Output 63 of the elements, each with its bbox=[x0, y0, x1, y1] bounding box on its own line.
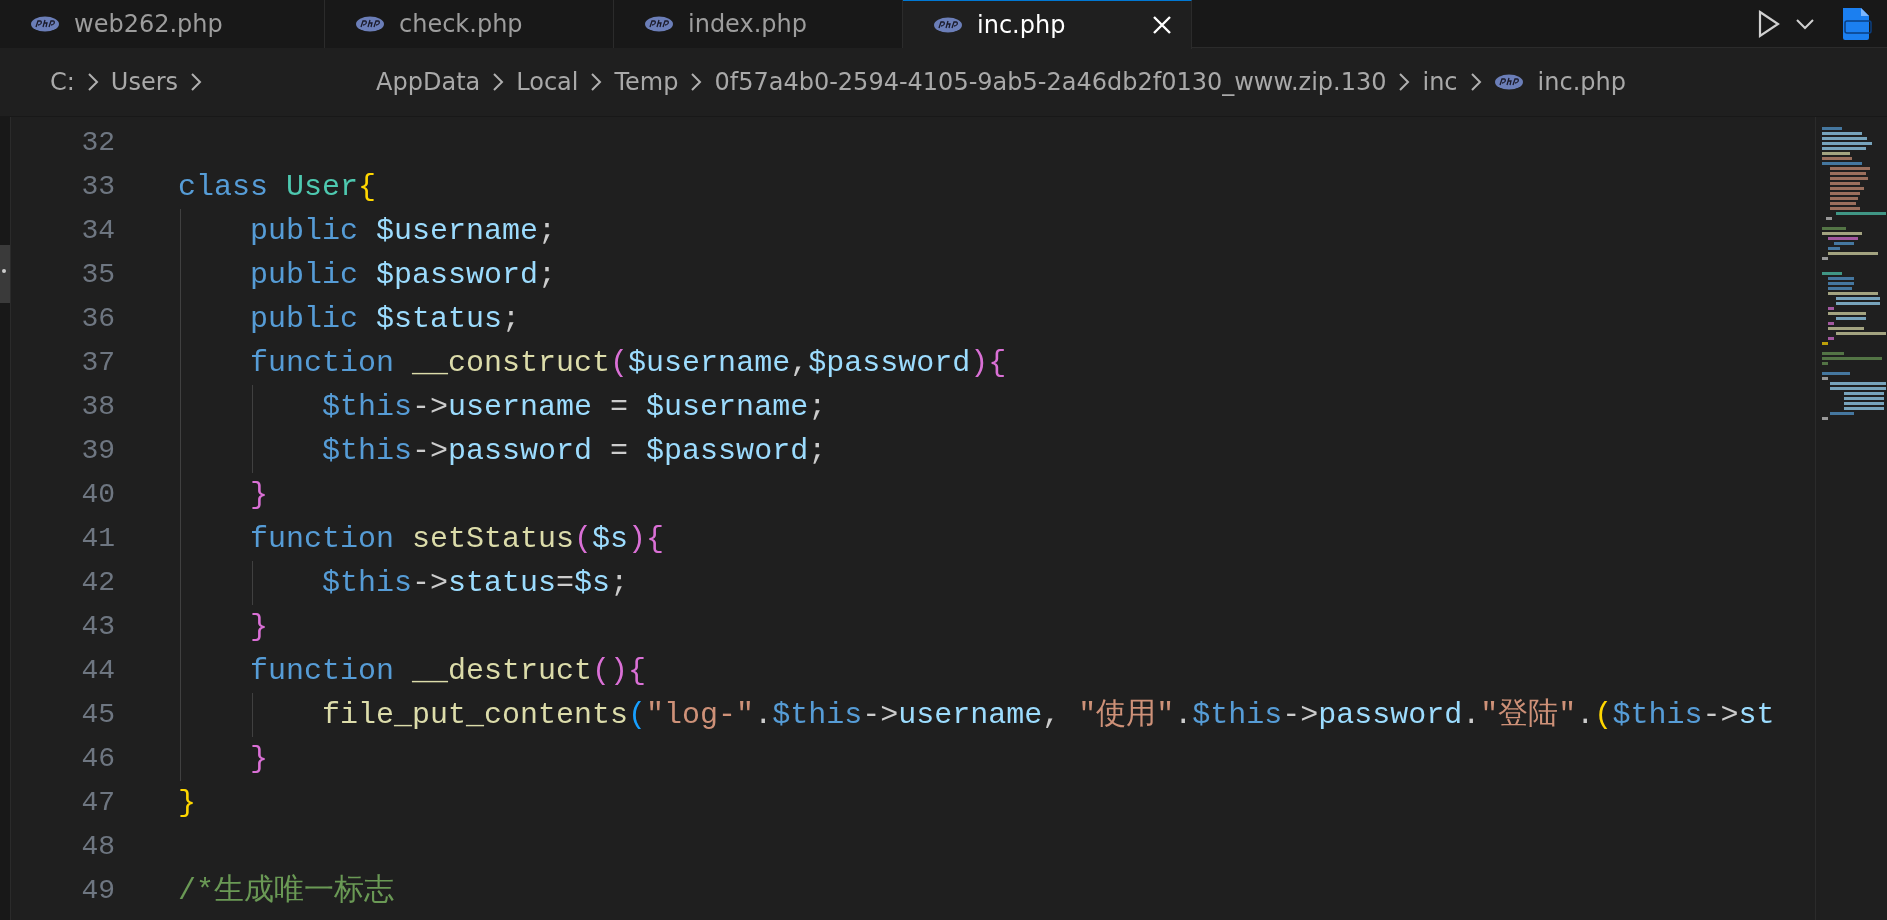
line-number: 36 bbox=[80, 302, 115, 336]
line-number: 39 bbox=[80, 434, 115, 468]
line-number: 42 bbox=[80, 566, 115, 600]
line-number: 33 bbox=[80, 170, 115, 204]
editor-tab[interactable]: inc.php bbox=[903, 0, 1192, 49]
line-number: 45 bbox=[80, 698, 115, 732]
chevron-right-icon bbox=[492, 72, 505, 92]
chevron-right-icon bbox=[590, 72, 603, 92]
php-file-icon bbox=[30, 16, 60, 32]
php-file-icon bbox=[933, 17, 963, 33]
close-icon[interactable] bbox=[1151, 14, 1173, 36]
editor-tab[interactable]: web262.php bbox=[0, 0, 325, 48]
breadcrumb-item[interactable]: C: bbox=[50, 68, 75, 96]
breadcrumb-item[interactable]: AppData bbox=[376, 68, 481, 96]
sash-handle[interactable] bbox=[0, 245, 10, 303]
php-file-icon bbox=[355, 16, 385, 32]
breadcrumb-item[interactable]: inc.php bbox=[1537, 68, 1626, 96]
line-number: 46 bbox=[80, 742, 115, 776]
code-line: } bbox=[178, 785, 196, 822]
code-line: $this->password = $password; bbox=[178, 429, 827, 473]
chevron-right-icon bbox=[1398, 72, 1411, 92]
code-line: } bbox=[178, 473, 268, 517]
run-icon[interactable] bbox=[1757, 8, 1781, 39]
code-line: function __destruct(){ bbox=[178, 649, 647, 693]
code-comment: /*生成唯一标志 bbox=[178, 873, 394, 910]
code-line: function __construct($username,$password){ bbox=[178, 341, 1007, 385]
line-number: 43 bbox=[80, 610, 115, 644]
editor-tab[interactable]: index.php bbox=[614, 0, 903, 48]
code-line: public $password; bbox=[178, 253, 557, 297]
line-number: 35 bbox=[80, 258, 115, 292]
line-number: 44 bbox=[80, 654, 115, 688]
code-line: class User{ bbox=[178, 169, 377, 206]
breadcrumb-item[interactable]: Temp bbox=[614, 68, 679, 96]
code-line: function setStatus($s){ bbox=[178, 517, 665, 561]
chevron-right-icon bbox=[690, 72, 703, 92]
php-file-icon bbox=[644, 16, 674, 32]
code-line: } bbox=[178, 605, 268, 649]
line-number: 38 bbox=[80, 390, 115, 424]
line-number: 40 bbox=[80, 478, 115, 512]
chevron-right-icon bbox=[86, 72, 99, 92]
code-line: public $status; bbox=[178, 297, 521, 341]
chevron-right-icon bbox=[190, 72, 203, 92]
code-line: file_put_contents("log-".$this->username, "使用".$this->password."登陆".($this->st bbox=[178, 693, 1775, 737]
chevron-down-icon[interactable] bbox=[1795, 17, 1815, 30]
code-line: $this->status=$s; bbox=[178, 561, 629, 605]
breadcrumb-item[interactable]: inc bbox=[1422, 68, 1458, 96]
breadcrumb-item[interactable]: Local bbox=[516, 68, 579, 96]
breadcrumb-item[interactable]: 0f57a4b0-2594-4105-9ab5-2a46db2f0130_www.zip.130 bbox=[714, 68, 1387, 96]
line-number: 41 bbox=[80, 522, 115, 556]
line-number: 47 bbox=[80, 786, 115, 820]
code-line: $this->username = $username; bbox=[178, 385, 827, 429]
line-number: 34 bbox=[80, 214, 115, 248]
minimap-drawing[interactable] bbox=[1815, 117, 1887, 920]
line-number: 32 bbox=[80, 126, 115, 160]
code-line: } bbox=[178, 737, 268, 781]
php-file-icon bbox=[1493, 74, 1524, 90]
line-number: 37 bbox=[80, 346, 115, 380]
line-number: 48 bbox=[80, 830, 115, 864]
breadcrumb-item[interactable]: Users bbox=[110, 68, 179, 96]
editor-tab[interactable]: check.php bbox=[325, 0, 614, 48]
code-line: public $username; bbox=[178, 209, 557, 253]
line-number: 49 bbox=[80, 874, 115, 908]
chevron-right-icon bbox=[1469, 72, 1482, 92]
